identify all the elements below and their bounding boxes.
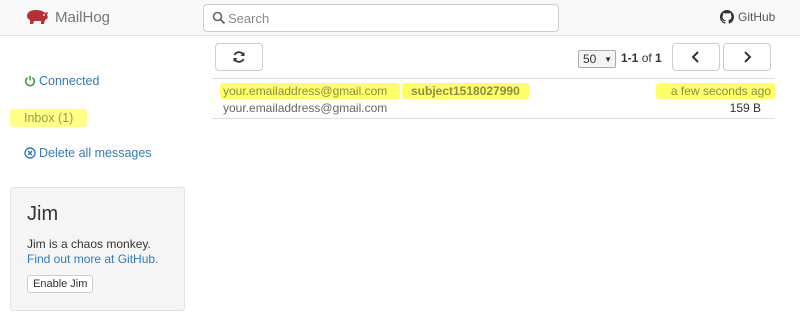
brand-link[interactable]: MailHog (24, 8, 110, 26)
jim-description: Jim is a chaos monkey. (27, 237, 151, 251)
message-row[interactable]: your.emailaddress@gmail.com subject15180… (212, 78, 775, 119)
per-page-select[interactable]: 50 ▼ (578, 50, 616, 68)
search-input[interactable] (228, 8, 548, 28)
jim-panel: Jim Jim is a chaos monkey. Find out more… (10, 187, 185, 311)
remove-circle-icon (24, 147, 36, 159)
jim-github-link[interactable]: Find out more at GitHub. (27, 252, 158, 266)
connected-link[interactable]: Connected (24, 74, 99, 88)
pig-logo-icon (27, 10, 48, 24)
per-page-value: 50 (583, 52, 597, 66)
enable-jim-button[interactable]: Enable Jim (27, 275, 94, 293)
pagination-range: 1-1 of 1 (621, 51, 662, 65)
chevron-right-icon (744, 51, 752, 63)
search-box[interactable] (203, 4, 559, 32)
refresh-button[interactable] (215, 43, 263, 71)
previous-page-button[interactable] (672, 43, 720, 71)
message-time: a few seconds ago (670, 84, 771, 98)
github-link[interactable]: GitHub (720, 10, 775, 24)
github-icon (720, 10, 734, 24)
message-size: 159 B (729, 101, 761, 115)
message-to: your.emailaddress@gmail.com (223, 101, 388, 115)
refresh-icon (233, 51, 245, 63)
range-of: of (641, 51, 652, 65)
range-total: 1 (655, 51, 662, 65)
jim-title: Jim (27, 203, 59, 225)
range-value: 1-1 (621, 51, 639, 65)
power-icon (25, 75, 35, 87)
sidebar-item-inbox[interactable]: Inbox (1) (10, 109, 88, 127)
select-caret-icon: ▼ (604, 55, 612, 64)
connected-label: Connected (39, 74, 100, 88)
github-label: GitHub (738, 10, 776, 24)
chevron-left-icon (691, 51, 699, 63)
inbox-label: Inbox (1) (24, 111, 74, 125)
message-from: your.emailaddress@gmail.com (223, 84, 388, 98)
message-subject: subject1518027990 (411, 84, 520, 98)
search-icon (212, 11, 226, 25)
delete-all-messages-link[interactable]: Delete all messages (24, 146, 152, 160)
brand-name: MailHog (55, 8, 111, 26)
delete-all-label: Delete all messages (39, 146, 152, 160)
navbar: MailHog GitHub (0, 0, 800, 36)
next-page-button[interactable] (723, 43, 771, 71)
